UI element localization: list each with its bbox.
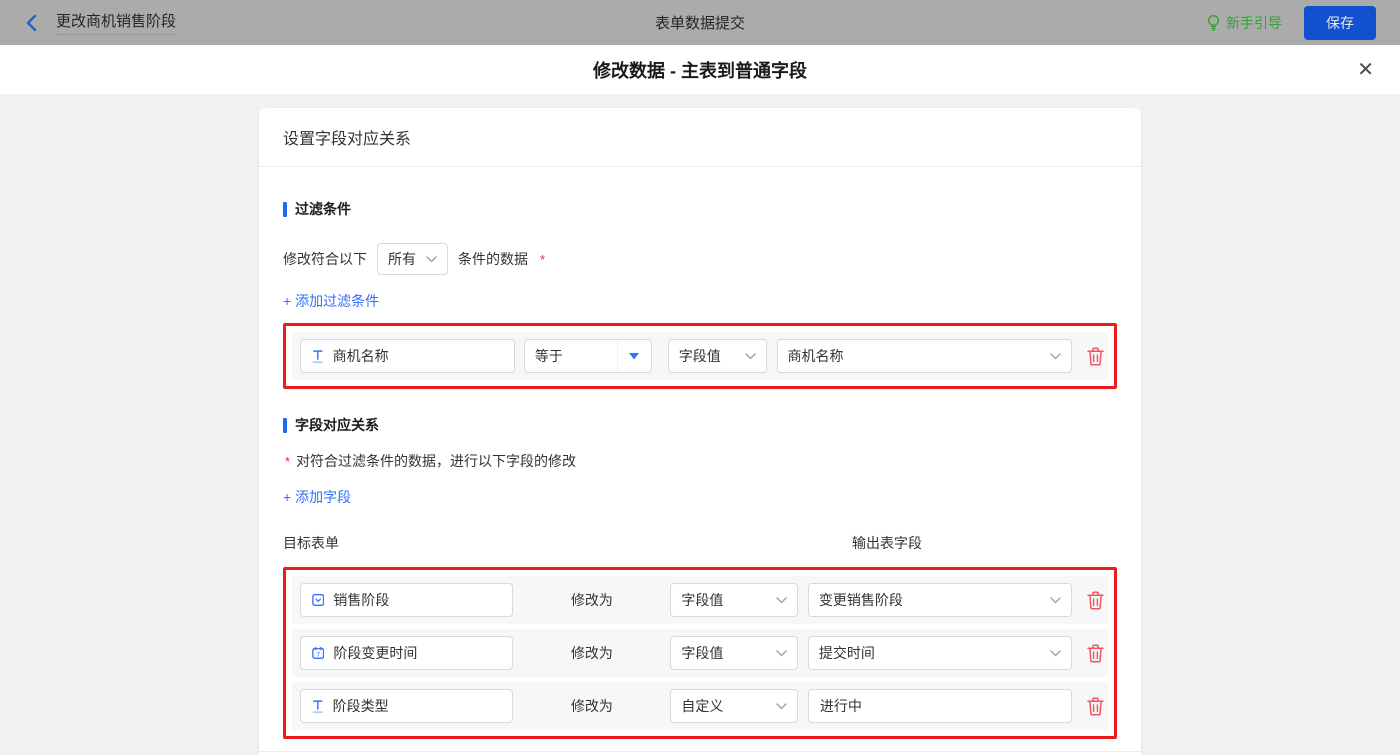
- modal-title: 修改数据 - 主表到普通字段: [593, 57, 807, 83]
- required-asterisk: *: [540, 252, 545, 267]
- svg-text:7: 7: [316, 652, 320, 659]
- filter-section-title: 过滤条件: [283, 199, 1117, 219]
- value-type-select[interactable]: 字段值: [670, 583, 797, 617]
- modify-as-label: 修改为: [513, 696, 670, 716]
- guide-label: 新手引导: [1226, 13, 1282, 33]
- operator-caret: [617, 340, 651, 372]
- column-header-output-field: 输出表字段: [852, 533, 922, 553]
- delete-icon[interactable]: [1087, 644, 1104, 663]
- condition-prefix: 修改符合以下: [283, 249, 367, 269]
- text-field-icon: [312, 349, 324, 364]
- chevron-down-icon: [426, 256, 437, 263]
- match-mode-select[interactable]: 所有: [377, 243, 448, 275]
- add-field-link[interactable]: + 添加字段: [283, 487, 351, 507]
- chevron-down-icon: [1050, 597, 1061, 604]
- filter-annotation-box: 等于 字段值 商机名称: [283, 323, 1117, 389]
- lightbulb-icon: [1206, 14, 1221, 31]
- filter-value-select[interactable]: 商机名称: [777, 339, 1072, 373]
- chevron-down-icon: [1050, 353, 1061, 360]
- column-header-target-form: 目标表单: [283, 533, 339, 553]
- chevron-down-icon: [745, 353, 756, 360]
- custom-value[interactable]: [820, 698, 1060, 714]
- filter-field-value[interactable]: [333, 348, 503, 364]
- chevron-down-icon: [776, 597, 787, 604]
- add-filter-condition-link[interactable]: + 添加过滤条件: [283, 291, 379, 311]
- save-button[interactable]: 保存: [1304, 6, 1376, 40]
- target-field-value[interactable]: [333, 645, 501, 661]
- date-field-icon: 7: [312, 646, 324, 660]
- chevron-down-icon: [776, 703, 787, 710]
- target-field-input[interactable]: [300, 583, 513, 617]
- operator-select[interactable]: 等于: [524, 339, 652, 373]
- required-asterisk: *: [285, 454, 290, 469]
- delete-icon[interactable]: [1087, 347, 1104, 366]
- target-field-value[interactable]: [333, 698, 502, 714]
- workflow-name[interactable]: 更改商机销售阶段: [56, 10, 176, 35]
- output-field-select[interactable]: 变更销售阶段: [808, 583, 1072, 617]
- text-field-icon: [312, 699, 324, 714]
- value-type-select[interactable]: 自定义: [670, 689, 797, 723]
- delete-icon[interactable]: [1087, 697, 1104, 716]
- modify-as-label: 修改为: [513, 590, 670, 610]
- caret-down-icon: [629, 353, 639, 360]
- chevron-down-icon: [1050, 650, 1061, 657]
- custom-value-input[interactable]: [808, 689, 1072, 723]
- beginner-guide-link[interactable]: 新手引导: [1206, 13, 1282, 33]
- top-bar: 表单数据提交 更改商机销售阶段 新手引导 保存: [0, 0, 1400, 45]
- condition-suffix: 条件的数据: [458, 249, 528, 269]
- value-type-select[interactable]: 字段值: [670, 636, 797, 670]
- mapping-row: 修改为 字段值 变更销售阶段: [292, 576, 1108, 624]
- target-field-value[interactable]: [333, 592, 501, 608]
- delete-icon[interactable]: [1087, 591, 1104, 610]
- back-chevron-icon: [24, 14, 40, 32]
- close-icon[interactable]: ✕: [1357, 58, 1374, 82]
- mapping-description: 对符合过滤条件的数据，进行以下字段的修改: [296, 451, 576, 471]
- modify-as-label: 修改为: [513, 643, 670, 663]
- output-field-select[interactable]: 提交时间: [808, 636, 1072, 670]
- select-field-icon: [312, 593, 324, 607]
- card-title: 设置字段对应关系: [259, 108, 1141, 167]
- section-accent-bar: [283, 418, 287, 433]
- filter-condition-row: 等于 字段值 商机名称: [292, 332, 1108, 380]
- settings-card: 设置字段对应关系 过滤条件 修改符合以下 所有 条件的数据 * + 添加过滤条件: [259, 108, 1141, 755]
- target-field-input[interactable]: [300, 689, 513, 723]
- section-accent-bar: [283, 202, 287, 217]
- value-type-select[interactable]: 字段值: [668, 339, 767, 373]
- target-field-input[interactable]: 7: [300, 636, 513, 670]
- mapping-row: 7 修改为 字段值 提交时间: [292, 629, 1108, 677]
- page-body: 设置字段对应关系 过滤条件 修改符合以下 所有 条件的数据 * + 添加过滤条件: [0, 95, 1400, 755]
- topbar-center-title: 表单数据提交: [0, 12, 1400, 33]
- chevron-down-icon: [776, 650, 787, 657]
- mapping-section-title: 字段对应关系: [283, 415, 1117, 435]
- mapping-row: 修改为 自定义: [292, 682, 1108, 730]
- modal-header: 修改数据 - 主表到普通字段 ✕: [0, 45, 1400, 95]
- back-button[interactable]: [24, 14, 42, 32]
- mapping-annotation-box: 修改为 字段值 变更销售阶段: [283, 567, 1117, 739]
- filter-field-input[interactable]: [300, 339, 515, 373]
